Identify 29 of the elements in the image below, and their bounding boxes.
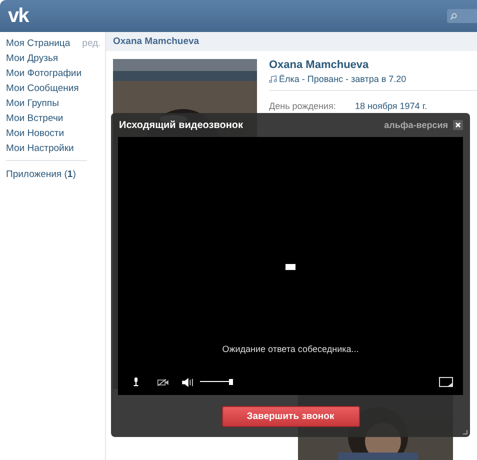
page-title: Oxana Mamchueva xyxy=(113,36,200,47)
microphone-icon[interactable] xyxy=(133,377,139,387)
speaker-icon[interactable] xyxy=(181,378,194,386)
sidebar-link[interactable]: Мои Друзья xyxy=(6,53,58,64)
field-label: День рождения: xyxy=(269,101,337,111)
sidebar-link[interactable]: Мои Группы xyxy=(6,98,59,109)
camera-placeholder-icon xyxy=(285,264,296,270)
sidebar-link[interactable]: Мои Новости xyxy=(6,128,64,139)
apps-link[interactable]: Приложения (1) xyxy=(6,169,76,180)
close-icon[interactable] xyxy=(453,120,463,130)
resize-grip-icon[interactable] xyxy=(462,429,468,435)
sidebar-link[interactable]: Моя Страница xyxy=(6,38,70,49)
version-label: альфа-версия xyxy=(384,120,448,130)
music-note-icon xyxy=(269,75,277,83)
sidebar-link[interactable]: Мои Настройки xyxy=(6,143,74,154)
search-icon xyxy=(450,12,457,20)
end-call-button[interactable]: Завершить звонок xyxy=(222,406,360,426)
logo[interactable]: vk xyxy=(8,6,28,26)
search-field[interactable] xyxy=(447,9,477,23)
sidebar-link[interactable]: Мои Сообщения xyxy=(6,83,79,94)
camera-off-icon[interactable] xyxy=(157,378,170,386)
profile-name: Oxana Mamchueva xyxy=(269,59,370,71)
fullscreen-icon[interactable] xyxy=(439,377,453,387)
field-value[interactable]: 18 ноября 1974 г. xyxy=(355,101,427,111)
status-text[interactable]: Ёлка - Прованс - завтра в 7.20 xyxy=(279,74,406,84)
call-status: Ожидание ответа собеседника... xyxy=(222,344,359,354)
sidebar-link[interactable]: Мои Встречи xyxy=(6,113,64,124)
sidebar-link[interactable]: Мои Фотографии xyxy=(6,68,82,79)
dialog-title: Исходящий видеозвонок xyxy=(119,120,244,130)
